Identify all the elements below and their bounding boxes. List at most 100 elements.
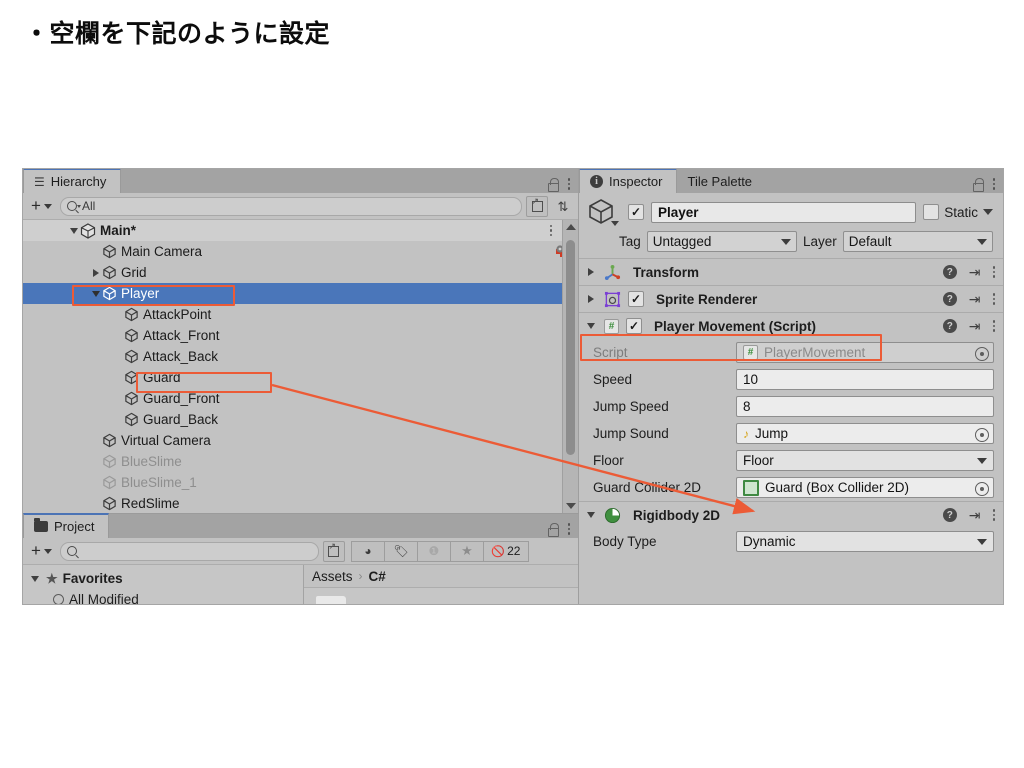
tab-inspector[interactable]: i Inspector — [579, 169, 678, 193]
help-icon[interactable]: ? — [942, 319, 957, 333]
project-label-filter-button[interactable]: 🏷 — [384, 540, 418, 562]
property-field-number[interactable]: 8 — [736, 396, 994, 417]
scroll-up-arrow-icon[interactable] — [563, 220, 578, 234]
hierarchy-popout-button[interactable] — [526, 195, 548, 217]
property-field-number[interactable]: 10 — [736, 369, 994, 390]
project-tabstrip: Project — [23, 513, 578, 538]
lock-icon[interactable] — [547, 178, 559, 192]
tag-value: Untagged — [652, 234, 712, 249]
hierarchy-sort-button[interactable]: ⇅ — [552, 200, 574, 213]
property-field-dropdown[interactable]: Dynamic — [736, 531, 994, 552]
create-gameobject-button[interactable]: + — [27, 196, 56, 216]
project-favorite-filter-button[interactable]: ★ — [450, 540, 484, 562]
hierarchy-tree[interactable]: Main* Main Camera Grid Player AttackPoint Att… — [23, 220, 578, 513]
lock-icon[interactable] — [547, 523, 559, 537]
chevron-down-icon[interactable] — [611, 221, 619, 226]
tab-hierarchy[interactable]: ☰ Hierarchy — [23, 169, 122, 193]
help-icon[interactable]: ? — [942, 292, 957, 306]
layer-dropdown[interactable]: Default — [842, 231, 993, 252]
object-picker-icon[interactable] — [975, 481, 989, 496]
object-picker-icon[interactable] — [975, 427, 989, 442]
tab-tile-palette[interactable]: Tile Palette — [677, 169, 766, 193]
favorite-star-icon: ★ — [46, 571, 58, 586]
kebab-menu-icon[interactable] — [992, 178, 995, 190]
hierarchy-item-main[interactable]: Main* — [23, 220, 578, 241]
kebab-menu-icon[interactable] — [992, 320, 995, 332]
component-header-sprite-renderer[interactable]: Sprite Renderer?⇥ — [579, 285, 1003, 312]
component-header-player-movement-script[interactable]: #Player Movement (Script)?⇥ — [579, 312, 1003, 339]
object-picker-icon[interactable] — [975, 346, 989, 361]
component-header-rigidbody-2d[interactable]: Rigidbody 2D? ⇥ — [579, 501, 1003, 528]
chevron-down-icon[interactable] — [584, 512, 597, 518]
gameobject-name-input[interactable]: Player — [651, 201, 917, 223]
static-checkbox[interactable] — [923, 204, 940, 220]
tab-project[interactable]: Project — [23, 513, 110, 538]
chevron-down-icon[interactable] — [28, 575, 41, 582]
project-content-view[interactable]: Assets › C# — [304, 565, 578, 604]
hierarchy-item-virtual-camera[interactable]: Virtual Camera — [23, 430, 578, 451]
hierarchy-item-attack-back[interactable]: Attack_Back — [23, 346, 578, 367]
project-warning-filter-button[interactable]: ❶ — [417, 540, 451, 562]
chevron-down-icon[interactable] — [584, 323, 597, 329]
chevron-down-icon[interactable] — [89, 290, 102, 297]
property-field-object[interactable]: Guard (Box Collider 2D) — [736, 477, 994, 498]
hierarchy-item-attackpoint[interactable]: AttackPoint — [23, 304, 578, 325]
hierarchy-search-input[interactable]: All — [59, 196, 522, 216]
project-tree[interactable]: ★ Favorites All Modified — [23, 565, 304, 604]
component-enabled-checkbox[interactable] — [626, 318, 642, 334]
kebab-menu-icon[interactable] — [567, 523, 570, 535]
kebab-menu-icon[interactable] — [992, 266, 995, 278]
project-hidden-toggle[interactable]: 🚫 22 — [483, 540, 529, 562]
hierarchy-item-label: AttackPoint — [143, 307, 212, 322]
project-favorites-group[interactable]: ★ Favorites — [23, 568, 303, 589]
property-field-object[interactable]: ♪ Jump — [736, 423, 994, 444]
project-search-input[interactable] — [59, 541, 319, 561]
preset-icon[interactable]: ⇥ — [969, 292, 981, 306]
unity-logo-icon — [80, 222, 96, 239]
scroll-down-arrow-icon[interactable] — [563, 499, 578, 513]
hierarchy-item-guard-back[interactable]: Guard_Back — [23, 409, 578, 430]
help-icon[interactable]: ? — [942, 265, 957, 279]
kebab-menu-icon[interactable] — [992, 293, 995, 305]
hierarchy-item-grid[interactable]: Grid — [23, 262, 578, 283]
project-type-filter-button[interactable]: ◕ — [350, 540, 385, 562]
component-header-transform[interactable]: Transform? ⇥ — [579, 258, 1003, 285]
gameobject-enabled-checkbox[interactable] — [628, 204, 644, 220]
preset-icon[interactable]: ⇥ — [969, 265, 981, 279]
property-value: Dynamic — [743, 534, 796, 549]
chevron-right-icon[interactable] — [584, 268, 597, 276]
project-popout-button[interactable] — [322, 540, 345, 562]
create-asset-button[interactable]: + — [27, 541, 56, 561]
gameobject-cube-icon[interactable] — [587, 197, 621, 227]
hierarchy-item-guard-front[interactable]: Guard_Front — [23, 388, 578, 409]
hierarchy-scroll-thumb[interactable] — [566, 240, 575, 455]
hierarchy-item-label: Main* — [100, 223, 137, 238]
property-value: Guard (Box Collider 2D) — [765, 480, 910, 495]
kebab-menu-icon[interactable] — [992, 509, 995, 521]
property-field-dropdown[interactable]: Floor — [736, 450, 994, 471]
static-chevron-down-icon[interactable] — [983, 209, 993, 215]
chevron-right-icon[interactable] — [584, 295, 597, 303]
kebab-menu-icon[interactable] — [567, 178, 570, 190]
chevron-right-icon[interactable] — [89, 268, 102, 277]
chevron-down-icon[interactable] — [67, 227, 80, 234]
asset-thumbnail[interactable] — [316, 596, 346, 604]
hierarchy-item-main-camera[interactable]: Main Camera — [23, 241, 578, 262]
hierarchy-scrollbar[interactable] — [562, 220, 578, 513]
preset-icon[interactable]: ⇥ — [969, 508, 981, 522]
hierarchy-item-attack-front[interactable]: Attack_Front — [23, 325, 578, 346]
hierarchy-item-redslime[interactable]: RedSlime — [23, 493, 578, 513]
property-field-object[interactable]: # PlayerMovement — [736, 342, 994, 363]
hierarchy-item-guard[interactable]: Guard — [23, 367, 578, 388]
component-enabled-checkbox[interactable] — [628, 291, 644, 307]
lock-icon[interactable] — [972, 178, 984, 192]
help-icon[interactable]: ? — [942, 508, 957, 522]
tag-dropdown[interactable]: Untagged — [646, 231, 797, 252]
preset-icon[interactable]: ⇥ — [969, 319, 981, 333]
hierarchy-item-player[interactable]: Player — [23, 283, 578, 304]
kebab-menu-icon[interactable] — [549, 224, 552, 237]
hierarchy-item-blueslime-1[interactable]: BlueSlime_1 — [23, 472, 578, 493]
hierarchy-item-blueslime[interactable]: BlueSlime — [23, 451, 578, 472]
breadcrumb-root[interactable]: Assets — [312, 569, 353, 584]
project-favorite-item[interactable]: All Modified — [23, 589, 303, 604]
